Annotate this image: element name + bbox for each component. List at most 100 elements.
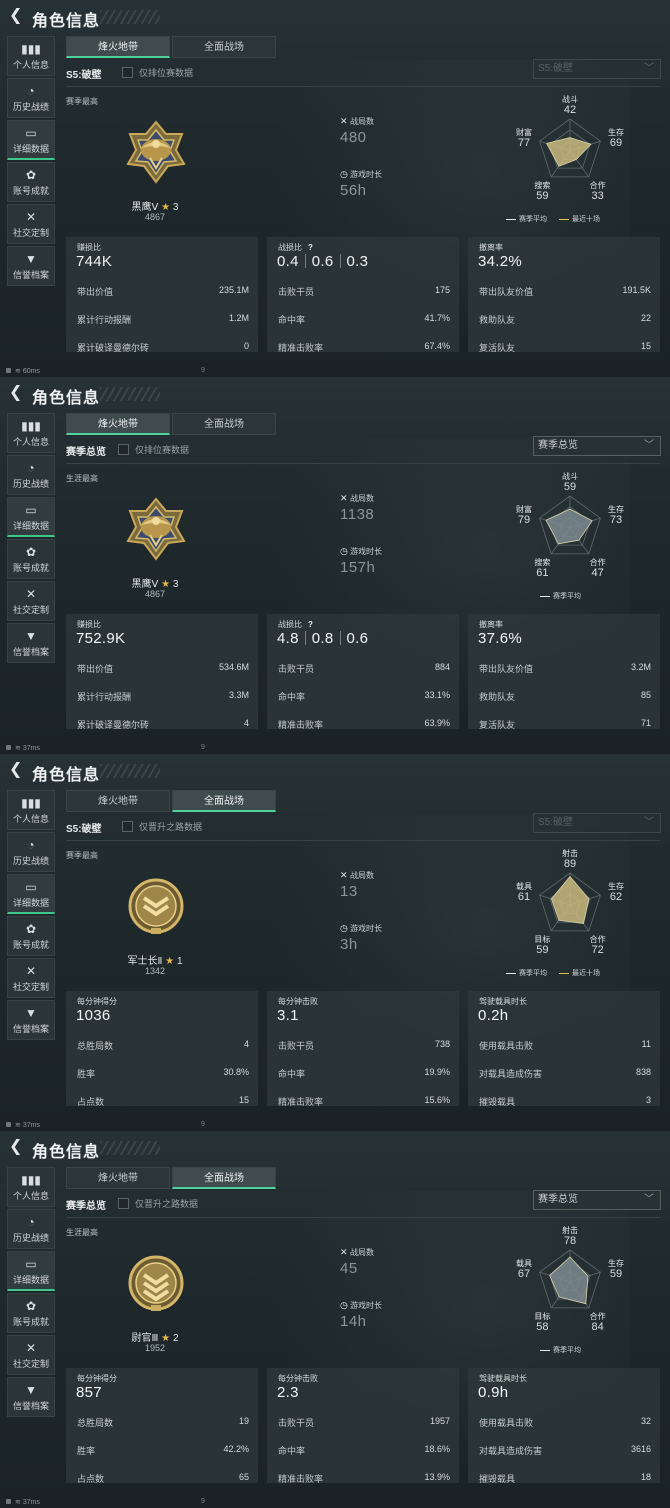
rank-name: 黑鹰Ⅴ ★ 3 (100, 198, 210, 213)
sidebar-item-social-customize[interactable]: ✕ 社交定制 (7, 581, 55, 621)
title-decoration (100, 764, 160, 778)
sidebar-item-social-customize[interactable]: ✕ 社交定制 (7, 1335, 55, 1375)
chevron-down-icon: ﹀ (644, 63, 654, 74)
filter-checkbox-label: 仅晋升之路数据 (139, 822, 203, 832)
sidebar-item-detailed-data[interactable]: ▭ 详细数据 (7, 874, 55, 914)
sidebar-item-detailed-data[interactable]: ▭ 详细数据 (7, 1251, 55, 1291)
sidebar-item-match-history[interactable]: ◔ 历史战绩 (7, 455, 55, 495)
card-row-label: 累计破译曼德尔砖 (77, 343, 150, 353)
sidebar-item-detailed-data[interactable]: ▭ 详细数据 (7, 120, 55, 160)
sidebar-item-match-history[interactable]: ◔ 历史战绩 (7, 832, 55, 872)
radar-wrap: 射击 89 生存 62 合作 72 目标 59 载具 61 (500, 849, 640, 960)
card-row-label: 复活队友 (479, 720, 516, 730)
legend-item: 赛季平均 (506, 216, 547, 223)
tab-havoc-warfare[interactable]: 全面战场 (172, 36, 276, 58)
sidebar-item-match-history[interactable]: ◔ 历史战绩 (7, 78, 55, 118)
sidebar-item-personal-info[interactable]: ▮▮▮ 个人信息 (7, 790, 55, 830)
tab-hazard-ops[interactable]: 烽火地带 (66, 790, 170, 812)
legend-swatch (506, 218, 516, 220)
radar-axis-value: 59 (536, 189, 549, 202)
stat-card: 每分钟得分 857 总胜局数 19 胜率 42.2% 占点数 65 (66, 1368, 258, 1484)
card-title: 撤离率 (479, 620, 503, 629)
card-row: 命中率 33.1% (278, 690, 450, 702)
sidebar-item-achievements[interactable]: ✿ 账号成就 (7, 539, 55, 579)
card-row-value: 175 (434, 285, 450, 295)
sidebar-item-label: 个人信息 (12, 437, 49, 447)
card-row-label: 精准击败率 (278, 343, 324, 353)
card-main-value-part: 0.6 (346, 630, 369, 647)
season-dropdown[interactable]: S5:破壁 ﹀ (533, 59, 661, 79)
sidebar-item-personal-info[interactable]: ▮▮▮ 个人信息 (7, 1167, 55, 1207)
sidebar-item-personal-info[interactable]: ▮▮▮ 个人信息 (7, 413, 55, 453)
help-icon[interactable]: ? (308, 620, 313, 629)
sidebar-item-match-history[interactable]: ◔ 历史战绩 (7, 1209, 55, 1249)
tab-havoc-warfare[interactable]: 全面战场 (172, 1167, 276, 1189)
season-dropdown[interactable]: 赛季总览 ﹀ (533, 436, 661, 456)
personal-info-icon: ▮▮▮ (21, 419, 41, 433)
card-row-label: 命中率 (278, 692, 306, 702)
sidebar-item-credit-record[interactable]: ▼ 信誉档案 (7, 623, 55, 663)
card-main-value-part: 2.3 (277, 1384, 299, 1401)
tab-havoc-warfare[interactable]: 全面战场 (172, 413, 276, 435)
card-row: 摧毁载具 18 (479, 1472, 651, 1484)
card-main-value: 4.8 0.8 0.6 (277, 630, 368, 647)
filter-checkbox[interactable] (122, 821, 133, 832)
back-arrow-icon[interactable]: ❮ (9, 762, 23, 778)
radar-axis: 合作 84 (578, 1312, 618, 1333)
sidebar-item-achievements[interactable]: ✿ 账号成就 (7, 162, 55, 202)
sidebar-item-credit-record[interactable]: ▼ 信誉档案 (7, 1000, 55, 1040)
card-main-value: 34.2% (478, 253, 522, 270)
sidebar-item-personal-info[interactable]: ▮▮▮ 个人信息 (7, 36, 55, 76)
season-dropdown[interactable]: S5:破壁 ﹀ (533, 813, 661, 833)
radar-axis-value: 42 (563, 104, 577, 116)
playtime-stat: ◷ 游戏时长 157h (340, 546, 470, 576)
card-title-row: 每分钟击败 (278, 1373, 318, 1384)
radar-axis-value: 61 (517, 891, 531, 903)
stat-label: 游戏时长 (350, 170, 382, 179)
card-row-label: 累计行动报酬 (77, 315, 132, 325)
radar-axis: 战斗 42 (550, 95, 590, 116)
sidebar-item-achievements[interactable]: ✿ 账号成就 (7, 1293, 55, 1333)
radar-axis: 财富 79 (504, 505, 544, 526)
sidebar-item-label: 详细数据 (12, 521, 49, 531)
match-history-icon: ◔ (27, 84, 35, 98)
tab-hazard-ops[interactable]: 烽火地带 (66, 1167, 170, 1189)
card-title: 驾驶载具时长 (479, 1374, 527, 1383)
stat-value: 157h (340, 559, 376, 576)
back-arrow-icon[interactable]: ❮ (9, 8, 23, 24)
card-title-row: 每分钟得分 (77, 1373, 117, 1384)
tab-hazard-ops[interactable]: 烽火地带 (66, 413, 170, 435)
card-main-value: 0.9h (478, 1384, 508, 1401)
sidebar-item-label: 信誉档案 (12, 270, 49, 280)
card-main-value-part: 37.6% (478, 630, 523, 647)
divider (66, 86, 660, 87)
sidebar-item-social-customize[interactable]: ✕ 社交定制 (7, 958, 55, 998)
tab-hazard-ops[interactable]: 烽火地带 (66, 36, 170, 58)
filter-checkbox[interactable] (118, 1198, 129, 1209)
social-customize-icon: ✕ (25, 587, 37, 601)
season-dropdown[interactable]: 赛季总览 ﹀ (533, 1190, 661, 1210)
filter-checkbox[interactable] (122, 67, 133, 78)
card-row: 带出价值 534.6M (77, 662, 249, 674)
card-main-value: 744K (76, 253, 112, 270)
card-row: 复活队友 15 (479, 341, 651, 353)
card-main-value-part: 0.4 (277, 253, 299, 270)
character-info-panel: ❮ 角色信息 ▮▮▮ 个人信息 ◔ 历史战绩 ▭ 详细数据 ✿ 账号成就 ✕ 社交定制 ▼ 信誉档案 烽火地… (0, 0, 670, 377)
card-title-row: 战损比? (278, 619, 313, 630)
card-row-label: 胜率 (77, 1446, 96, 1456)
sidebar-item-achievements[interactable]: ✿ 账号成就 (7, 916, 55, 956)
help-icon[interactable]: ? (308, 243, 313, 252)
sidebar-item-social-customize[interactable]: ✕ 社交定制 (7, 204, 55, 244)
legend-swatch (506, 972, 516, 974)
filter-checkbox[interactable] (118, 444, 129, 455)
back-arrow-icon[interactable]: ❮ (9, 385, 23, 401)
sidebar-item-credit-record[interactable]: ▼ 信誉档案 (7, 246, 55, 286)
tab-havoc-warfare[interactable]: 全面战场 (172, 790, 276, 812)
card-main-value-part: 1036 (76, 1007, 111, 1024)
sidebar-item-detailed-data[interactable]: ▭ 详细数据 (7, 497, 55, 537)
stat-card: 赚损比 752.9K 带出价值 534.6M 累计行动报酬 3.3M 累计破译曼德尔砖 4 (66, 614, 258, 730)
card-row-value: 65 (238, 1472, 249, 1482)
sidebar-item-credit-record[interactable]: ▼ 信誉档案 (7, 1377, 55, 1417)
card-row-label: 总胜局数 (77, 1418, 114, 1428)
back-arrow-icon[interactable]: ❮ (9, 1139, 23, 1155)
